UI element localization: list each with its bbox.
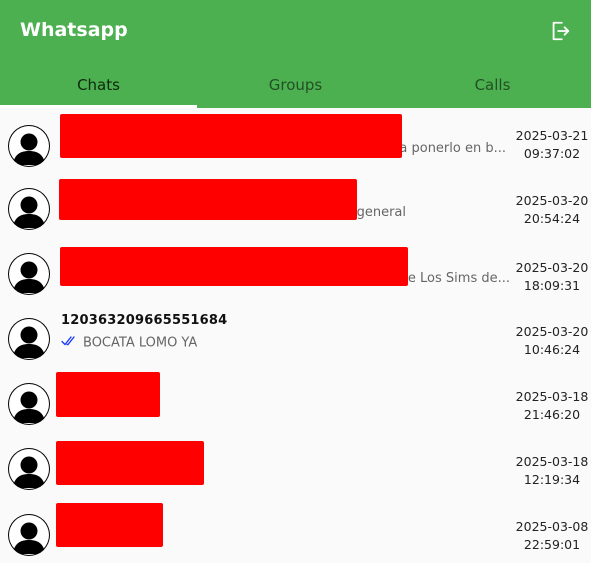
avatar-icon [8,253,50,295]
chat-last-message: BOCATA LOMO YA [61,335,197,351]
chat-row[interactable]: 2025-03-18 21:46:20 [0,372,591,438]
chat-row[interactable]: general 2025-03-20 20:54:24 [0,178,591,243]
redaction-box [56,372,160,417]
chat-row[interactable]: a ponerlo en b... 2025-03-21 09:37:02 [0,113,591,178]
tab-calls[interactable]: Calls [394,64,591,108]
redaction-box [56,503,163,547]
chat-row[interactable]: 2025-03-18 12:19:34 [0,438,591,503]
avatar-icon [8,448,50,490]
chat-timestamp: 2025-03-08 22:59:01 [515,519,589,552]
avatar-icon [8,125,50,167]
chat-timestamp: 2025-03-21 09:37:02 [515,128,589,161]
avatar-icon [8,383,50,425]
chat-row[interactable]: 2025-03-08 22:59:01 [0,503,591,563]
chat-timestamp: 2025-03-18 12:19:34 [515,454,589,487]
chat-list: a ponerlo en b... 2025-03-21 09:37:02 gen… [0,108,591,563]
redaction-box [59,179,357,220]
chat-row[interactable]: 120363209665551684 BOCATA LOMO YA 2025-0… [0,308,591,373]
double-check-icon [61,335,79,351]
chat-row[interactable]: de Los Sims de... 2025-03-20 18:09:31 [0,243,591,308]
tab-bar: Chats Groups Calls [0,64,591,108]
chat-timestamp: 2025-03-18 21:46:20 [515,389,589,422]
app-title: Whatsapp [20,19,128,41]
redaction-box [56,441,204,485]
chat-timestamp: 2025-03-20 10:46:24 [515,324,589,357]
avatar-icon [8,318,50,360]
avatar-icon [8,514,50,556]
app-bar: Whatsapp Chats Groups Calls [0,0,591,108]
redaction-box [60,247,408,286]
chat-timestamp: 2025-03-20 18:09:31 [515,260,589,293]
avatar-icon [8,188,50,230]
chat-name: 120363209665551684 [61,313,228,328]
tab-chats[interactable]: Chats [0,64,197,108]
redaction-box [60,114,402,158]
chat-timestamp: 2025-03-20 20:54:24 [515,193,589,226]
logout-icon[interactable] [549,20,571,42]
tab-groups[interactable]: Groups [197,64,394,108]
